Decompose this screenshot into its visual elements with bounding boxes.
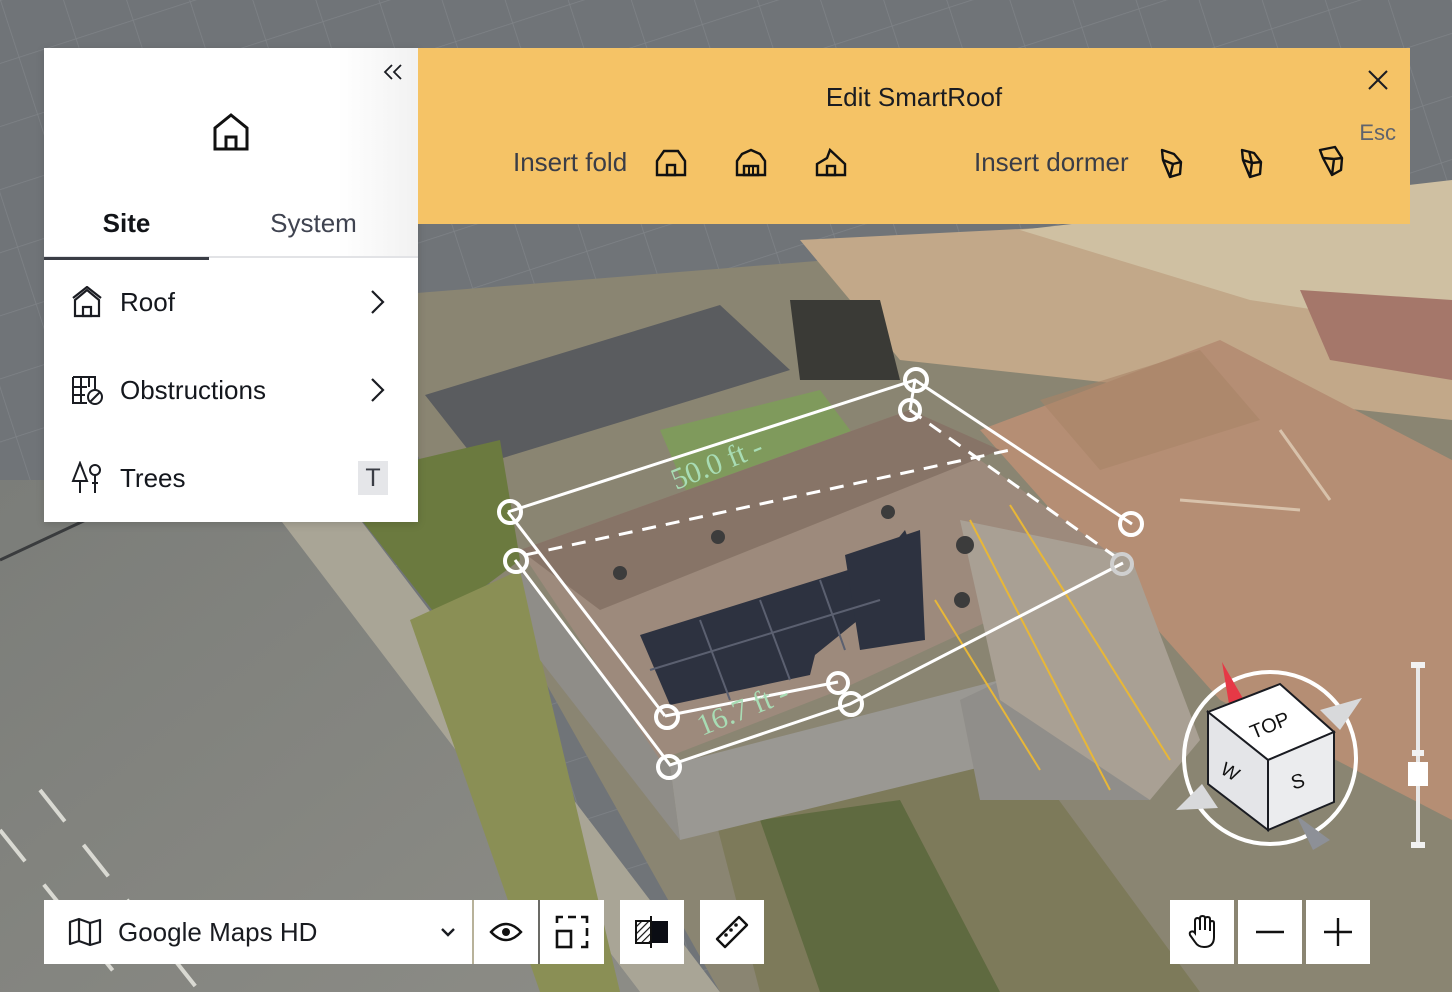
menu-item-label: Trees <box>120 462 186 493</box>
south-arrow[interactable] <box>1296 815 1330 850</box>
pan-button[interactable] <box>1170 900 1234 964</box>
chevron-down-icon <box>441 928 455 937</box>
gable-fold-button[interactable] <box>649 140 693 184</box>
hip-dormer-button[interactable] <box>1231 140 1275 184</box>
trees-icon <box>70 461 104 495</box>
selection-button[interactable] <box>540 900 604 964</box>
map-source-value: Google Maps HD <box>118 916 318 947</box>
gable-dormer-icon <box>1160 148 1182 179</box>
gambrel-fold-button[interactable] <box>729 140 773 184</box>
menu-item-label: Roof <box>120 286 175 317</box>
shed-fold-button[interactable] <box>809 140 853 184</box>
menu-item-trees[interactable]: Trees T <box>44 434 418 522</box>
collapse-panel-button[interactable] <box>380 60 406 84</box>
select-area-icon <box>555 915 589 949</box>
insert-dormer-label: Insert dormer <box>974 146 1129 177</box>
site-panel: Site System Roof Obstructions Trees T <box>44 48 418 522</box>
visibility-button[interactable] <box>474 900 538 964</box>
gambrel-fold-icon <box>735 148 767 177</box>
shed-dormer-icon <box>1318 145 1343 177</box>
site-menu: Roof Obstructions Trees T <box>44 258 418 522</box>
menu-item-roof[interactable]: Roof <box>44 258 418 346</box>
map-source-dropdown[interactable]: Google Maps HD <box>44 900 472 964</box>
keyboard-shortcut-badge: T <box>358 461 388 495</box>
menu-item-label: Obstructions <box>120 374 266 405</box>
view-cube-compass[interactable]: TOP W S <box>1170 660 1370 860</box>
insert-fold-label: Insert fold <box>513 146 628 177</box>
panel-tabs: Site System <box>44 188 418 260</box>
slider-thumb[interactable] <box>1408 762 1428 786</box>
slider-bottom-cap <box>1411 842 1425 848</box>
chevron-right-icon <box>371 290 385 314</box>
zoom-out-button[interactable] <box>1238 900 1302 964</box>
map-icon <box>68 917 102 947</box>
chevron-right-icon <box>371 378 385 402</box>
eye-icon <box>489 922 523 942</box>
shade-toggle-button[interactable] <box>620 900 684 964</box>
insert-dormer-group: Insert dormer <box>974 140 1391 184</box>
tab-site[interactable]: Site <box>44 188 209 260</box>
hand-icon <box>1188 915 1215 949</box>
home-icon <box>213 113 249 151</box>
double-chevron-left-icon <box>383 64 402 80</box>
insert-fold-group: Insert fold <box>513 140 889 184</box>
zoom-slider[interactable] <box>1408 662 1428 850</box>
shed-fold-icon <box>815 147 847 177</box>
menu-item-obstructions[interactable]: Obstructions <box>44 346 418 434</box>
close-icon <box>1368 70 1388 90</box>
minus-icon <box>1256 930 1284 934</box>
plus-icon <box>1324 918 1352 946</box>
banner-title: Edit SmartRoof <box>825 82 1003 112</box>
ruler-icon <box>715 915 749 949</box>
hip-dormer-icon <box>1240 148 1262 179</box>
tab-system[interactable]: System <box>209 188 418 258</box>
roof-house-icon <box>70 285 104 319</box>
slider-mark <box>1412 750 1424 756</box>
shade-split-icon <box>635 916 668 948</box>
gable-dormer-button[interactable] <box>1151 140 1195 184</box>
measure-button[interactable] <box>700 900 764 964</box>
gable-fold-icon <box>655 149 687 177</box>
shed-dormer-button[interactable] <box>1311 140 1355 184</box>
slider-top-cap <box>1411 662 1425 668</box>
zoom-in-button[interactable] <box>1306 900 1370 964</box>
edit-smartroof-banner: Edit SmartRoof Esc Insert fold Insert do… <box>418 48 1410 224</box>
close-button[interactable] <box>1366 68 1390 92</box>
obstruction-grid-icon <box>70 373 104 407</box>
